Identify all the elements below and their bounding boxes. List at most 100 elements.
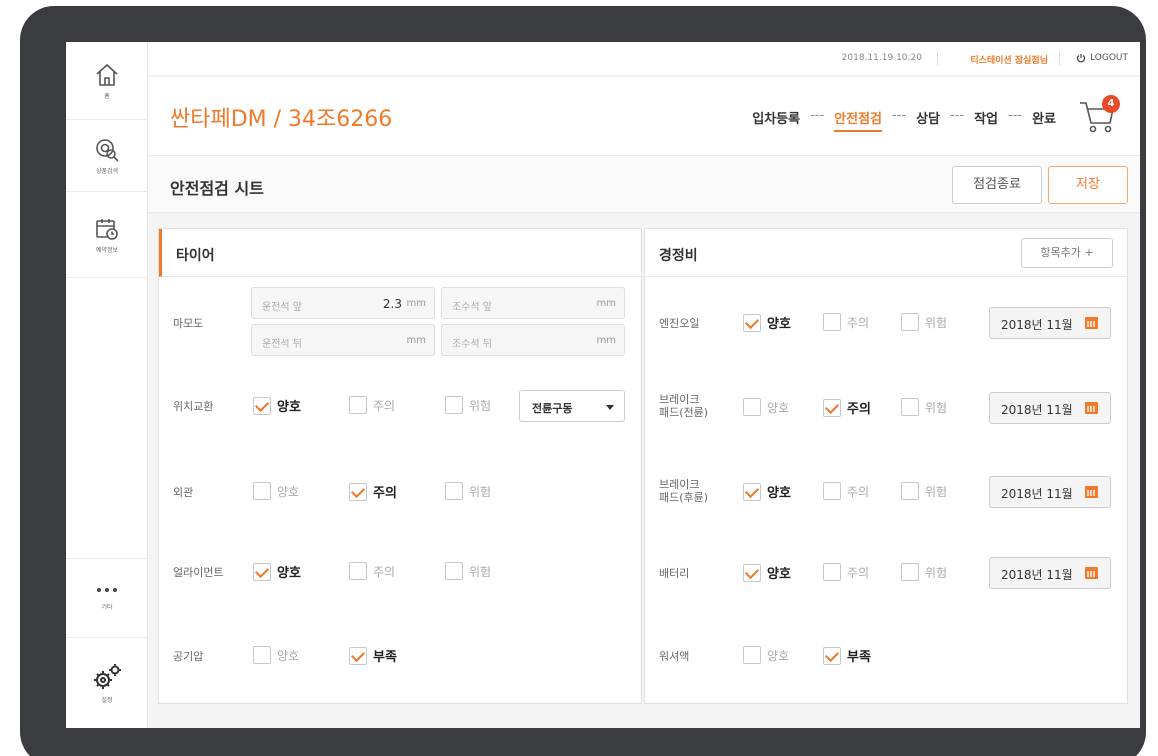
end-inspection-button[interactable]: 점검종료 bbox=[952, 166, 1042, 204]
checkbox-box bbox=[445, 482, 463, 500]
pressure-low-checkbox[interactable]: 부족 bbox=[349, 646, 397, 665]
field-unit: mm bbox=[596, 335, 616, 346]
step-complete[interactable]: 완료 bbox=[1032, 108, 1056, 132]
option-label: 주의 bbox=[847, 484, 870, 499]
alignment-caution-checkbox[interactable]: 주의 bbox=[349, 562, 395, 580]
engine-oil-date-picker[interactable]: 2018년 11월 bbox=[989, 307, 1111, 339]
date-value: 2018년 11월 bbox=[1001, 403, 1073, 417]
field-unit: mm bbox=[596, 298, 616, 309]
checkbox-box bbox=[901, 563, 919, 581]
sidebar-item-label: 기타 bbox=[101, 603, 113, 611]
brake-front-caution-checkbox[interactable]: 주의 bbox=[823, 398, 871, 417]
device-frame: 홈 상품검색 예약정보 기타 설정 2018.11.19 10:20 티스테이션… bbox=[20, 6, 1146, 756]
checkbox-box bbox=[349, 646, 367, 665]
option-label: 위험 bbox=[469, 564, 492, 579]
sidebar-item-more[interactable]: 기타 bbox=[66, 558, 148, 638]
engine-oil-caution-checkbox[interactable]: 주의 bbox=[823, 313, 869, 331]
step-check-in[interactable]: 입차등록 bbox=[752, 108, 800, 132]
option-label: 양호 bbox=[277, 484, 300, 499]
wear-rear-driver-input[interactable]: 운전석 뒤 mm bbox=[251, 324, 435, 356]
sidebar-item-settings[interactable]: 설정 bbox=[66, 638, 148, 728]
option-label: 양호 bbox=[277, 648, 300, 663]
add-item-button[interactable]: 항목추가 + bbox=[1021, 238, 1113, 268]
panel-header: 타이어 bbox=[159, 229, 641, 277]
brake-front-date-picker[interactable]: 2018년 11월 bbox=[989, 392, 1111, 424]
rotation-danger-checkbox[interactable]: 위험 bbox=[445, 396, 491, 414]
brake-rear-danger-checkbox[interactable]: 위험 bbox=[901, 482, 947, 500]
drive-type-select[interactable]: 전륜구동 bbox=[519, 390, 625, 422]
engine-oil-danger-checkbox[interactable]: 위험 bbox=[901, 313, 947, 331]
tire-panel: 타이어 마모도 운전석 앞 2.3 mm 조수석 앞 mm 운전석 뒤 mm 조… bbox=[158, 228, 642, 704]
checkbox-box bbox=[253, 562, 271, 581]
wear-front-passenger-input[interactable]: 조수석 앞 mm bbox=[441, 287, 625, 319]
sidebar-item-label: 홈 bbox=[104, 92, 110, 100]
step-safety-check[interactable]: 안전점검 bbox=[834, 108, 882, 132]
cart-button[interactable]: 4 bbox=[1078, 95, 1120, 135]
sidebar-item-home[interactable]: 홈 bbox=[66, 42, 148, 120]
brake-rear-caution-checkbox[interactable]: 주의 bbox=[823, 482, 869, 500]
checkbox-box bbox=[901, 313, 919, 331]
alignment-good-checkbox[interactable]: 양호 bbox=[253, 562, 301, 581]
option-label: 주의 bbox=[373, 564, 396, 579]
appearance-good-checkbox[interactable]: 양호 bbox=[253, 482, 299, 500]
engine-oil-good-checkbox[interactable]: 양호 bbox=[743, 313, 791, 332]
pressure-good-checkbox[interactable]: 양호 bbox=[253, 646, 299, 664]
sidebar-item-reservation[interactable]: 예약정보 bbox=[66, 192, 148, 278]
calendar-icon bbox=[1085, 567, 1098, 579]
cart-count-badge: 4 bbox=[1102, 95, 1120, 113]
row-label-battery: 배터리 bbox=[659, 567, 690, 580]
save-button[interactable]: 저장 bbox=[1048, 166, 1128, 204]
checkbox-box bbox=[349, 482, 367, 501]
washer-low-checkbox[interactable]: 부족 bbox=[823, 646, 871, 665]
field-placeholder: 조수석 앞 bbox=[452, 302, 492, 313]
row-label-brake-rear: 브레이크 패드(후륜) bbox=[659, 478, 709, 504]
appearance-caution-checkbox[interactable]: 주의 bbox=[349, 482, 397, 501]
battery-danger-checkbox[interactable]: 위험 bbox=[901, 563, 947, 581]
maintenance-panel: 경정비 항목추가 + 엔진오일 양호 주의 위험 2018년 11월 브레이크 … bbox=[644, 228, 1128, 704]
row-label-engine-oil: 엔진오일 bbox=[659, 317, 700, 330]
calendar-icon bbox=[1085, 402, 1098, 414]
option-label: 양호 bbox=[277, 400, 301, 415]
brake-rear-good-checkbox[interactable]: 양호 bbox=[743, 482, 791, 501]
field-placeholder: 운전석 뒤 bbox=[262, 339, 302, 350]
appearance-danger-checkbox[interactable]: 위험 bbox=[445, 482, 491, 500]
battery-caution-checkbox[interactable]: 주의 bbox=[823, 563, 869, 581]
checkbox-box bbox=[901, 398, 919, 416]
tire-search-icon bbox=[96, 138, 119, 162]
step-separator: --- bbox=[892, 108, 907, 123]
checkbox-box bbox=[823, 398, 841, 417]
step-work[interactable]: 작업 bbox=[974, 108, 998, 132]
option-label: 부족 bbox=[373, 650, 397, 665]
wear-front-driver-input[interactable]: 운전석 앞 2.3 mm bbox=[251, 287, 435, 319]
logout-button[interactable]: LOGOUT bbox=[1076, 53, 1128, 63]
divider bbox=[937, 51, 938, 65]
brake-front-danger-checkbox[interactable]: 위험 bbox=[901, 398, 947, 416]
sidebar-item-product-search[interactable]: 상품검색 bbox=[66, 120, 148, 192]
field-placeholder: 운전석 앞 bbox=[262, 302, 302, 313]
rotation-good-checkbox[interactable]: 양호 bbox=[253, 396, 301, 415]
wear-rear-passenger-input[interactable]: 조수석 뒤 mm bbox=[441, 324, 625, 356]
brake-front-good-checkbox[interactable]: 양호 bbox=[743, 398, 789, 416]
brake-rear-date-picker[interactable]: 2018년 11월 bbox=[989, 476, 1111, 508]
option-label: 부족 bbox=[847, 650, 871, 665]
option-label: 위험 bbox=[469, 398, 492, 413]
battery-date-picker[interactable]: 2018년 11월 bbox=[989, 557, 1111, 589]
field-value: 2.3 bbox=[382, 297, 402, 311]
field-unit: mm bbox=[406, 298, 426, 309]
option-label: 주의 bbox=[373, 486, 397, 501]
checkbox-box bbox=[743, 398, 761, 416]
vehicle-header: 싼타페DM / 34조6266 입차등록 --- 안전점검 --- 상담 ---… bbox=[148, 77, 1140, 155]
step-separator: --- bbox=[1008, 108, 1023, 123]
home-icon bbox=[96, 63, 118, 86]
battery-good-checkbox[interactable]: 양호 bbox=[743, 563, 791, 582]
alignment-danger-checkbox[interactable]: 위험 bbox=[445, 562, 491, 580]
step-consult[interactable]: 상담 bbox=[916, 108, 940, 132]
sidebar-item-label: 상품검색 bbox=[95, 167, 119, 175]
checkbox-box bbox=[901, 482, 919, 500]
current-datetime: 2018.11.19 10:20 bbox=[841, 53, 922, 63]
washer-good-checkbox[interactable]: 양호 bbox=[743, 646, 789, 664]
option-label: 위험 bbox=[925, 400, 948, 415]
rotation-caution-checkbox[interactable]: 주의 bbox=[349, 396, 395, 414]
date-value: 2018년 11월 bbox=[1001, 568, 1073, 582]
step-separator: --- bbox=[950, 108, 965, 123]
